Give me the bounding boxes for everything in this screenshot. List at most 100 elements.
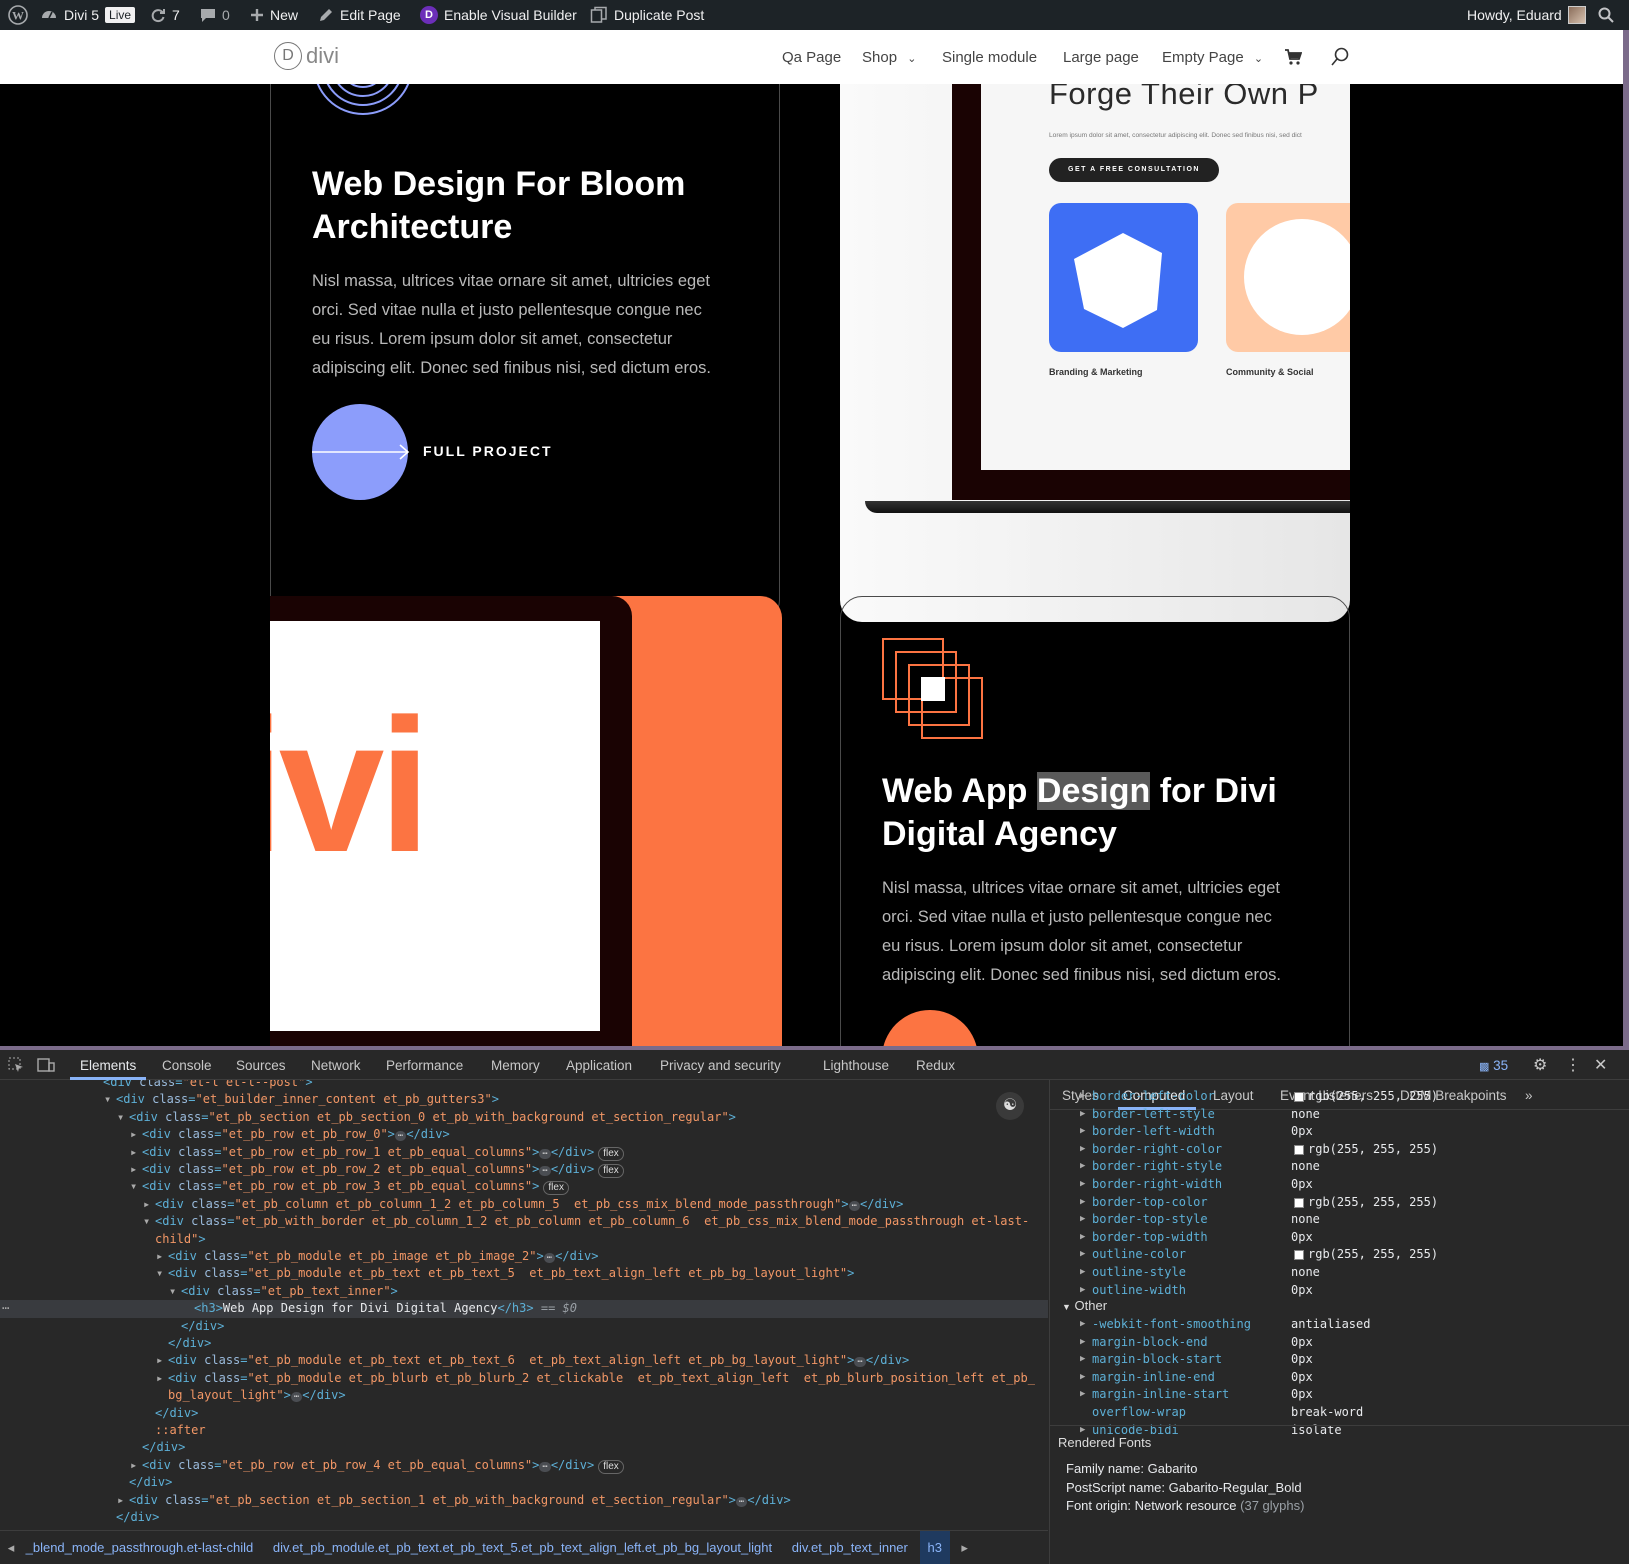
tab-redux[interactable]: Redux: [916, 1050, 955, 1080]
expand-arrow-icon[interactable]: ▾: [130, 1178, 142, 1195]
dom-node[interactable]: ▾ <div class="et_pb_section et_pb_section…: [0, 1109, 1048, 1126]
more-tabs-icon[interactable]: »: [1525, 1080, 1533, 1110]
tab-layout[interactable]: Layout: [1213, 1080, 1254, 1110]
settings-gear-icon[interactable]: ⚙: [1533, 1050, 1547, 1080]
account-menu[interactable]: Howdy, Eduard: [1467, 0, 1586, 30]
dom-node[interactable]: ▾ <div class="et_pb_with_border et_pb_col…: [0, 1213, 1048, 1230]
collapsed-ellipsis[interactable]: ⋯: [394, 1131, 407, 1142]
dom-node[interactable]: ▾ <div class="et_pb_module et_pb_text et_…: [0, 1265, 1048, 1282]
expand-arrow-icon[interactable]: ▶: [1080, 1141, 1085, 1159]
collapsed-ellipsis[interactable]: ⋯: [290, 1392, 303, 1403]
dom-node[interactable]: ▸ <div class="et_pb_row et_pb_row_0"> ⋯ </d…: [0, 1126, 1048, 1143]
expand-arrow-icon[interactable]: ▾: [156, 1265, 168, 1282]
breadcrumb-item[interactable]: _blend_mode_passthrough.et-last-child: [26, 1540, 254, 1555]
dom-node[interactable]: ▾ <div class="et_pb_text_inner">: [0, 1283, 1048, 1300]
tab-network[interactable]: Network: [311, 1050, 361, 1080]
flex-badge[interactable]: flex: [598, 1459, 624, 1474]
tab-memory[interactable]: Memory: [491, 1050, 540, 1080]
dom-node[interactable]: ▸ <div class="et_pb_module et_pb_blurb et…: [0, 1370, 1048, 1387]
dom-node[interactable]: ▸ <div class="et_pb_module et_pb_image et…: [0, 1248, 1048, 1265]
dom-node[interactable]: ▸ <div class="et_pb_module et_pb_text et_…: [0, 1352, 1048, 1369]
dom-node[interactable]: ▸ <div class="et_pb_row et_pb_row_1 et_pb…: [0, 1144, 1048, 1161]
nav-item-large-page[interactable]: Large page: [1063, 30, 1139, 84]
tab-performance[interactable]: Performance: [386, 1050, 463, 1080]
expand-arrow-icon[interactable]: ▶: [1080, 1194, 1085, 1212]
expand-arrow-icon[interactable]: ▸: [117, 1492, 129, 1509]
tab-application[interactable]: Application: [566, 1050, 632, 1080]
issues-counter[interactable]: ▩ 35: [1479, 1050, 1508, 1080]
nav-item-shop[interactable]: Shop ⌄: [862, 30, 916, 84]
nav-item-qa-page[interactable]: Qa Page: [782, 30, 841, 84]
color-swatch[interactable]: [1294, 1092, 1304, 1102]
color-swatch[interactable]: [1294, 1197, 1304, 1208]
site-logo[interactable]: D divi: [274, 42, 339, 70]
collapsed-ellipsis[interactable]: ⋯: [539, 1461, 551, 1472]
expand-arrow-icon[interactable]: ▶: [1080, 1351, 1085, 1369]
expand-arrow-icon[interactable]: ▶: [1080, 1246, 1085, 1264]
breadcrumb-item[interactable]: div.et_pb_text_inner: [792, 1540, 908, 1555]
nav-item-empty-page[interactable]: Empty Page ⌄: [1162, 30, 1263, 84]
expand-arrow-icon[interactable]: ▸: [156, 1370, 168, 1387]
color-swatch[interactable]: [1294, 1250, 1304, 1261]
dom-node[interactable]: </div>: [0, 1335, 1048, 1352]
dom-node[interactable]: ▸ <div class="et_pb_section et_pb_section…: [0, 1492, 1048, 1509]
expand-arrow-icon[interactable]: ▶: [1080, 1211, 1085, 1229]
edit-page-link[interactable]: Edit Page: [318, 0, 401, 30]
dom-node[interactable]: </div>: [0, 1509, 1048, 1526]
node-actions-icon[interactable]: ⋯: [2, 1300, 9, 1317]
expand-arrow-icon[interactable]: ▸: [130, 1457, 142, 1474]
expand-arrow-icon[interactable]: ▾: [143, 1213, 155, 1230]
device-toolbar-icon[interactable]: [37, 1057, 55, 1076]
dom-node[interactable]: ▸ <div class="et_pb_row et_pb_row_2 et_pb…: [0, 1161, 1048, 1178]
close-icon[interactable]: ✕: [1594, 1050, 1607, 1080]
collapsed-ellipsis[interactable]: ⋯: [539, 1166, 551, 1176]
dom-node[interactable]: bg_layout_light"> ⋯ </div>: [0, 1387, 1048, 1404]
dom-node[interactable]: </div>: [0, 1474, 1048, 1491]
dom-node[interactable]: child">: [0, 1231, 1048, 1248]
search-icon[interactable]: [1330, 47, 1350, 72]
dom-node[interactable]: </div>: [0, 1439, 1048, 1456]
duplicate-post-link[interactable]: Duplicate Post: [590, 0, 704, 30]
dom-node[interactable]: ▾ <div class="et_pb_row et_pb_row_3 et_pb…: [0, 1178, 1048, 1196]
tab-elements[interactable]: Elements: [80, 1050, 136, 1080]
collapsed-ellipsis[interactable]: ⋯: [735, 1496, 748, 1507]
expand-arrow-icon[interactable]: ▸: [143, 1196, 155, 1213]
breadcrumb-left-arrow-icon[interactable]: ◂: [0, 1531, 22, 1564]
expand-arrow-icon[interactable]: ▸: [156, 1248, 168, 1265]
breadcrumb-item[interactable]: div.et_pb_module.et_pb_text.et_pb_text_5…: [273, 1540, 772, 1555]
visual-builder-link[interactable]: D Enable Visual Builder: [420, 0, 577, 30]
nav-item-single-module[interactable]: Single module: [942, 30, 1037, 84]
expand-arrow-icon[interactable]: ▶: [1080, 1123, 1085, 1141]
full-project-link[interactable]: FULL PROJECT: [312, 404, 572, 500]
accessibility-tree-icon[interactable]: ☯: [996, 1092, 1024, 1120]
expand-arrow-icon[interactable]: ▸: [130, 1161, 142, 1178]
dom-node-selected[interactable]: <h3>Web App Design for Divi Digital Agen…: [0, 1300, 1048, 1318]
collapsed-ellipsis[interactable]: ⋯: [539, 1148, 551, 1159]
breadcrumb-item-selected[interactable]: h3: [919, 1531, 950, 1564]
breadcrumb-right-arrow-icon[interactable]: ▸: [954, 1531, 976, 1564]
dom-node[interactable]: ▸ <div class="et_pb_row et_pb_row_4 et_pb…: [0, 1457, 1048, 1474]
expand-arrow-icon[interactable]: ▶: [1080, 1316, 1085, 1334]
expand-arrow-icon[interactable]: ▾: [117, 1109, 129, 1126]
expand-arrow-icon[interactable]: ▸: [130, 1126, 142, 1143]
expand-arrow-icon[interactable]: ▸: [156, 1352, 168, 1369]
collapsed-ellipsis[interactable]: ⋯: [854, 1357, 866, 1368]
collapsed-ellipsis[interactable]: ⋯: [848, 1200, 861, 1211]
dom-node[interactable]: </div>: [0, 1318, 1048, 1335]
site-name-menu[interactable]: Divi 5 Live: [40, 0, 136, 30]
flex-badge[interactable]: flex: [598, 1164, 624, 1178]
dom-node[interactable]: <div class="et-l et-l--post">: [0, 1080, 1048, 1091]
tab-privacy-security[interactable]: Privacy and security: [660, 1050, 781, 1080]
expand-arrow-icon[interactable]: ▶: [1080, 1106, 1085, 1124]
expand-arrow-icon[interactable]: ▾: [104, 1091, 116, 1108]
expand-arrow-icon[interactable]: ▶: [1080, 1282, 1085, 1300]
dom-node[interactable]: </div>: [0, 1405, 1048, 1422]
updates-link[interactable]: 7: [150, 0, 180, 30]
page-scrollbar[interactable]: [1623, 30, 1629, 1046]
expand-arrow-icon[interactable]: ▶: [1080, 1088, 1085, 1106]
color-swatch[interactable]: [1294, 1144, 1304, 1155]
new-content-link[interactable]: New: [250, 0, 298, 30]
expand-arrow-icon[interactable]: ▶: [1080, 1386, 1085, 1404]
more-options-icon[interactable]: ⋮: [1565, 1050, 1581, 1080]
expand-arrow-icon[interactable]: ▶: [1080, 1334, 1085, 1352]
